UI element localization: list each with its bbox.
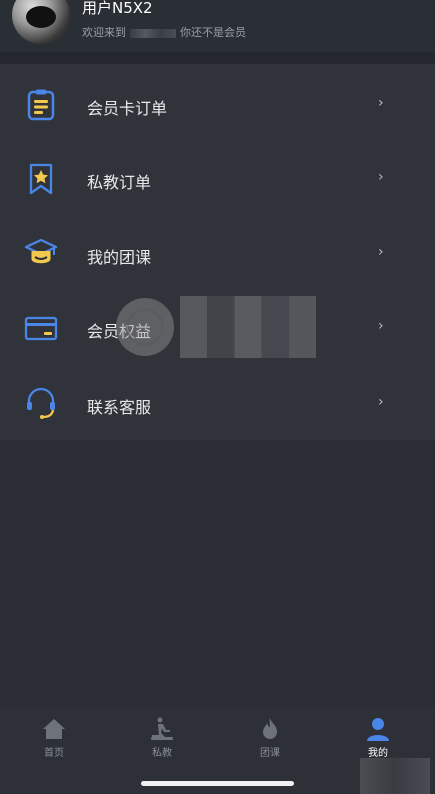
- treadmill-icon: [151, 717, 173, 740]
- graduation-cap-icon: [24, 236, 58, 270]
- chevron-right-icon: ›: [378, 169, 384, 185]
- redacted-name: [130, 28, 176, 38]
- divider: [0, 52, 435, 64]
- menu-item-membership-orders[interactable]: 会员卡订单 ›: [0, 67, 435, 142]
- username: 用户N5X2: [82, 0, 153, 17]
- tab-group-class[interactable]: 团课: [230, 716, 310, 759]
- home-icon: [43, 719, 65, 739]
- pixelated-redaction: [360, 758, 430, 794]
- pixelated-redaction: [180, 296, 316, 358]
- clipboard-icon: [24, 88, 58, 122]
- profile-header[interactable]: 用户N5X2 欢迎来到 你还不是会员: [0, 0, 435, 52]
- credit-card-icon: [24, 311, 58, 345]
- menu-item-label: 私教订单: [87, 173, 152, 192]
- avatar[interactable]: [12, 0, 70, 44]
- menu-item-private-lesson-orders[interactable]: 私教订单 ›: [0, 142, 435, 217]
- welcome-text: 欢迎来到 你还不是会员: [82, 24, 246, 40]
- tab-label: 团课: [260, 748, 280, 759]
- flame-icon: [263, 718, 277, 739]
- menu-item-label: 我的团课: [87, 248, 152, 267]
- watermark-logo: [116, 298, 174, 356]
- chevron-right-icon: ›: [378, 318, 384, 334]
- headset-icon: [24, 386, 58, 420]
- home-indicator[interactable]: [141, 781, 294, 786]
- user-icon: [367, 718, 389, 741]
- tab-label: 我的: [368, 748, 388, 759]
- welcome-suffix: 你还不是会员: [180, 26, 246, 39]
- chevron-right-icon: ›: [378, 394, 384, 410]
- menu-list: 会员卡订单 › 私教订单 › 我的团课 › 会员权益 › 联系客服 ›: [0, 64, 435, 440]
- tab-home[interactable]: 首页: [14, 716, 94, 759]
- tab-label: 首页: [44, 748, 64, 759]
- app-screen: 用户N5X2 欢迎来到 你还不是会员 会员卡订单 › 私教订单 › 我的团课 ›…: [0, 0, 435, 794]
- welcome-prefix: 欢迎来到: [82, 26, 126, 39]
- bookmark-star-icon: [24, 162, 58, 196]
- menu-item-label: 联系客服: [87, 398, 152, 417]
- tab-mine[interactable]: 我的: [338, 716, 418, 759]
- menu-item-label: 会员卡订单: [87, 99, 168, 118]
- menu-item-contact-support[interactable]: 联系客服 ›: [0, 366, 435, 441]
- chevron-right-icon: ›: [378, 95, 384, 111]
- chevron-right-icon: ›: [378, 244, 384, 260]
- menu-item-my-group-classes[interactable]: 我的团课 ›: [0, 217, 435, 292]
- tab-label: 私教: [152, 748, 172, 759]
- tab-private-lesson[interactable]: 私教: [122, 716, 202, 759]
